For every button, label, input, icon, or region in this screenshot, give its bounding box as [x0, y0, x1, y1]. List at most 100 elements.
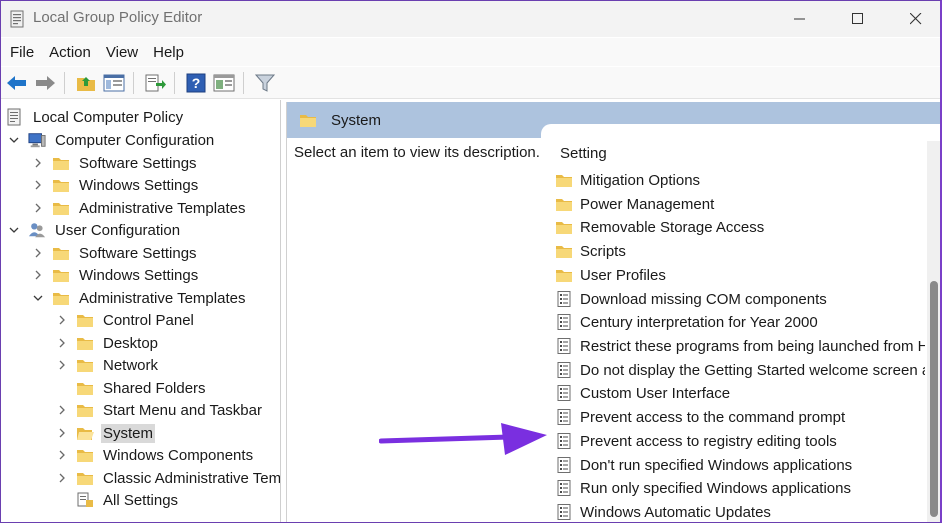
menu-help[interactable]: Help: [153, 43, 184, 62]
list-item-label: Run only specified Windows applications: [580, 479, 851, 497]
tree-node-start-menu-taskbar[interactable]: Start Menu and Taskbar: [56, 399, 264, 421]
filter-button[interactable]: [253, 71, 277, 95]
close-icon: [910, 13, 922, 25]
tree-node-classic-administrative-templates[interactable]: Classic Administrative Templates: [56, 467, 280, 489]
tree-node-desktop[interactable]: Desktop: [56, 332, 160, 354]
tree-label: Start Menu and Taskbar: [103, 401, 262, 419]
menu-view[interactable]: View: [106, 43, 138, 62]
up-one-level-button[interactable]: [74, 71, 98, 95]
folder-icon: [76, 380, 94, 396]
tree-node-administrative-templates[interactable]: Administrative Templates: [32, 287, 247, 309]
list-item-label: Prevent access to the command prompt: [580, 408, 846, 426]
scrollbar-thumb[interactable]: [930, 281, 938, 517]
minimize-button[interactable]: [775, 1, 825, 37]
list-item[interactable]: Custom User Interface: [555, 382, 730, 404]
vertical-scrollbar[interactable]: [927, 141, 940, 522]
policy-setting-icon: [555, 480, 573, 496]
tree-node-control-panel[interactable]: Control Panel: [56, 309, 196, 331]
help-button[interactable]: ?: [184, 71, 208, 95]
maximize-icon: [852, 13, 863, 24]
tree-node-network[interactable]: Network: [56, 354, 160, 376]
maximize-button[interactable]: [833, 1, 883, 37]
export-list-button[interactable]: [143, 71, 167, 95]
chevron-down-icon[interactable]: [8, 224, 20, 236]
list-item[interactable]: Don't run specified Windows applications: [555, 454, 852, 476]
folder-icon: [76, 357, 94, 373]
list-item[interactable]: Run only specified Windows applications: [555, 477, 851, 499]
list-item[interactable]: Mitigation Options: [555, 169, 700, 191]
chevron-right-icon[interactable]: [32, 157, 44, 169]
export-list-icon: [145, 74, 166, 91]
chevron-down-icon[interactable]: [8, 134, 20, 146]
list-item-label: Scripts: [580, 242, 626, 260]
folder-icon: [76, 402, 94, 418]
setting-column-header[interactable]: Setting: [560, 145, 607, 162]
users-icon: [28, 222, 46, 238]
window-frame: Local Group Policy Editor File Action Vi…: [0, 0, 942, 523]
tree-node-administrative-templates[interactable]: Administrative Templates: [32, 197, 247, 219]
toolbar-separator: [243, 71, 244, 94]
tree-label: Software Settings: [79, 154, 197, 172]
chevron-right-icon[interactable]: [32, 247, 44, 259]
chevron-right-icon[interactable]: [32, 269, 44, 281]
list-item-registry-tools[interactable]: Prevent access to registry editing tools: [555, 430, 837, 452]
list-item-label: Mitigation Options: [580, 171, 701, 189]
list-item[interactable]: Prevent access to the command prompt: [555, 406, 845, 428]
tree-node-windows-settings[interactable]: Windows Settings: [32, 264, 200, 286]
list-item-label: User Profiles: [580, 266, 666, 284]
list-tab-shape: [541, 124, 940, 142]
chevron-right-icon[interactable]: [56, 427, 68, 439]
tree-node-all-settings[interactable]: All Settings: [56, 489, 180, 511]
tree-node-local-computer-policy[interactable]: Local Computer Policy: [6, 106, 185, 128]
list-item[interactable]: Scripts: [555, 240, 626, 262]
chevron-right-icon[interactable]: [56, 404, 68, 416]
menu-action[interactable]: Action: [49, 43, 91, 62]
chevron-right-icon[interactable]: [32, 179, 44, 191]
close-button[interactable]: [891, 1, 940, 37]
list-item[interactable]: Windows Automatic Updates: [555, 501, 771, 522]
policy-setting-icon: [555, 314, 573, 330]
chevron-right-icon[interactable]: [56, 337, 68, 349]
tree-node-shared-folders[interactable]: Shared Folders: [56, 377, 208, 399]
tree-node-software-settings[interactable]: Software Settings: [32, 242, 199, 264]
policy-setting-icon: [555, 457, 573, 473]
list-item[interactable]: Removable Storage Access: [555, 216, 764, 238]
forward-arrow-icon: [36, 75, 55, 90]
list-item[interactable]: Download missing COM components: [555, 288, 827, 310]
list-item[interactable]: Power Management: [555, 193, 714, 215]
list-item[interactable]: Century interpretation for Year 2000: [555, 311, 818, 333]
details-header: System: [287, 102, 940, 142]
list-item-label: Don't run specified Windows applications: [580, 456, 853, 474]
tree-label: System: [101, 423, 156, 443]
chevron-right-icon[interactable]: [56, 449, 68, 461]
chevron-down-icon[interactable]: [32, 292, 44, 304]
tree-label: Network: [103, 356, 159, 374]
forward-button[interactable]: [33, 71, 57, 95]
back-button[interactable]: [5, 71, 29, 95]
chevron-right-icon[interactable]: [56, 359, 68, 371]
menu-file[interactable]: File: [10, 43, 34, 62]
folder-icon: [52, 245, 70, 261]
tree-node-software-settings[interactable]: Software Settings: [32, 152, 199, 174]
folder-icon: [76, 447, 94, 463]
chevron-right-icon[interactable]: [56, 472, 68, 484]
list-item-label: Power Management: [580, 195, 715, 213]
filter-icon: [255, 74, 275, 92]
list-item[interactable]: Do not display the Getting Started welco…: [555, 359, 925, 381]
chevron-right-icon[interactable]: [32, 202, 44, 214]
tree-node-windows-settings[interactable]: Windows Settings: [32, 174, 200, 196]
folder-icon: [76, 335, 94, 351]
list-item[interactable]: User Profiles: [555, 264, 666, 286]
tree-node-user-configuration[interactable]: User Configuration: [8, 219, 182, 241]
tree-label: Shared Folders: [103, 379, 206, 397]
chevron-right-icon[interactable]: [56, 314, 68, 326]
tree-node-computer-configuration[interactable]: Computer Configuration: [8, 129, 216, 151]
folder-icon: [76, 312, 94, 328]
list-item-label: Removable Storage Access: [580, 218, 765, 236]
list-item[interactable]: Restrict these programs from being launc…: [555, 335, 925, 357]
tree-node-windows-components[interactable]: Windows Components: [56, 444, 255, 466]
show-hide-tree-button[interactable]: [102, 71, 126, 95]
svg-text:?: ?: [192, 75, 201, 91]
tree-node-system[interactable]: System: [56, 422, 156, 444]
properties-button[interactable]: [212, 71, 236, 95]
